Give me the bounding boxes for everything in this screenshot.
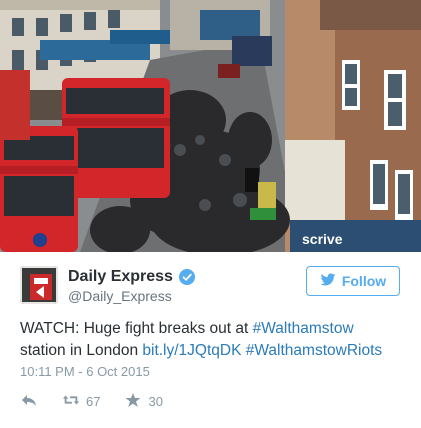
reply-arrow-icon xyxy=(20,392,38,411)
verified-badge-icon xyxy=(178,269,195,285)
tweet-photo[interactable]: scrive xyxy=(0,0,421,252)
bus-front xyxy=(0,126,78,252)
retweet-button[interactable]: 67 xyxy=(62,392,100,411)
follow-button[interactable]: Follow xyxy=(306,266,400,296)
like-button[interactable]: 30 xyxy=(124,392,163,411)
account-handle[interactable]: @Daily_Express xyxy=(68,288,172,304)
twitter-bird-icon xyxy=(320,272,336,290)
tweet-text-prefix: WATCH: Huge fight breaks out at xyxy=(20,320,253,337)
reply-button[interactable] xyxy=(20,392,38,411)
shop-sign-text: scrive xyxy=(302,231,343,247)
avatar[interactable] xyxy=(20,266,58,304)
short-url-link[interactable]: bit.ly/1JQtqDK xyxy=(142,342,241,359)
star-icon xyxy=(124,392,142,411)
tweet-card: scrive Daily Express @Daily_Express Foll… xyxy=(0,0,421,428)
account-name-row[interactable]: Daily Express xyxy=(68,268,195,286)
follow-label: Follow xyxy=(341,273,387,289)
display-name[interactable]: Daily Express xyxy=(68,268,173,286)
retweet-icon xyxy=(62,392,80,411)
bus-back xyxy=(62,78,170,198)
like-count: 30 xyxy=(148,394,163,409)
daily-express-logo-icon xyxy=(20,266,58,304)
tweet-text: WATCH: Huge fight breaks out at #Waltham… xyxy=(20,318,405,362)
hashtag-walthamstowriots-link[interactable]: #WalthamstowRiots xyxy=(246,342,382,359)
tweet-timestamp[interactable]: 10:11 PM - 6 Oct 2015 xyxy=(20,364,150,379)
tweet-text-middle: station in London xyxy=(20,342,143,359)
hashtag-walthamstow-link[interactable]: #Walthamstow xyxy=(253,320,354,337)
retweet-count: 67 xyxy=(86,394,101,409)
street-scene-image: scrive xyxy=(0,0,421,252)
tweet-actions: 67 30 xyxy=(20,392,163,411)
